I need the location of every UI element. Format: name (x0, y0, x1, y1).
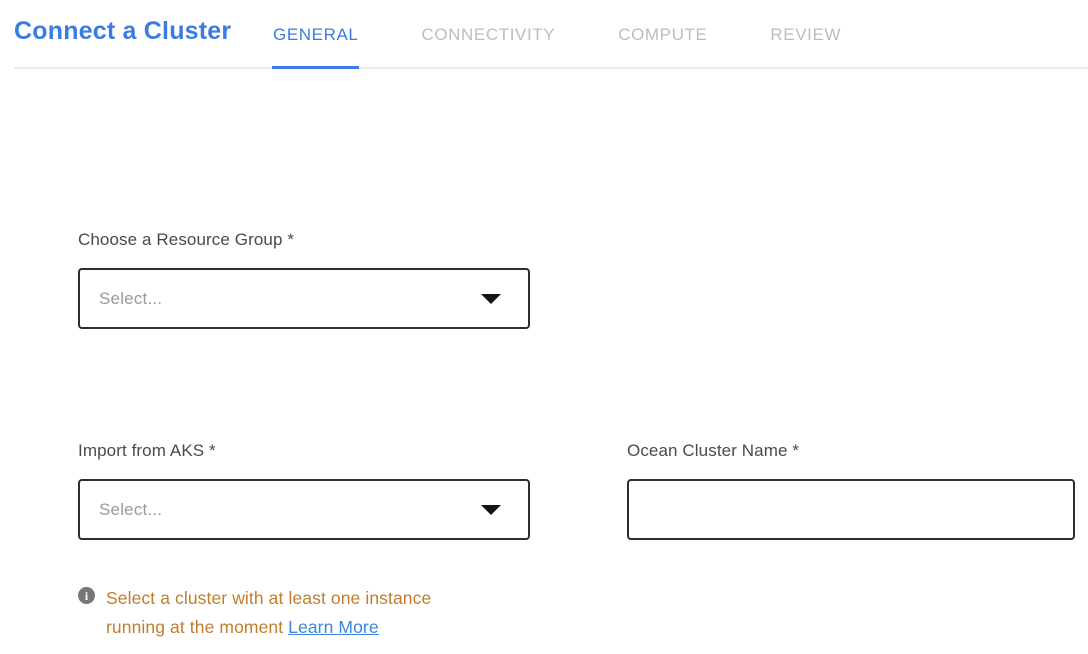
header-divider (14, 67, 1088, 69)
caret-down-icon (481, 294, 501, 304)
caret-down-icon (481, 505, 501, 515)
wizard-tabs: GENERAL CONNECTIVITY COMPUTE REVIEW (272, 0, 842, 69)
field-import-aks: Import from AKS * Select... (78, 440, 530, 540)
tab-general[interactable]: GENERAL (272, 0, 359, 69)
tab-connectivity[interactable]: CONNECTIVITY (420, 0, 556, 69)
import-aks-label: Import from AKS * (78, 440, 530, 462)
import-aks-placeholder: Select... (99, 500, 162, 520)
resource-group-placeholder: Select... (99, 289, 162, 309)
ocean-cluster-name-input[interactable] (627, 479, 1075, 540)
field-resource-group: Choose a Resource Group * Select... (78, 229, 530, 329)
tab-review[interactable]: REVIEW (769, 0, 842, 69)
cluster-note-message: Select a cluster with at least one insta… (106, 588, 431, 637)
page-title: Connect a Cluster (14, 17, 231, 46)
resource-group-select[interactable]: Select... (78, 268, 530, 329)
learn-more-link[interactable]: Learn More (288, 617, 379, 637)
resource-group-label: Choose a Resource Group * (78, 229, 530, 251)
cluster-note: i Select a cluster with at least one ins… (78, 584, 478, 642)
connect-cluster-wizard: Connect a Cluster GENERAL CONNECTIVITY C… (0, 0, 1088, 654)
import-aks-select[interactable]: Select... (78, 479, 530, 540)
wizard-header: Connect a Cluster GENERAL CONNECTIVITY C… (0, 0, 1088, 69)
cluster-note-text: Select a cluster with at least one insta… (106, 584, 474, 642)
field-ocean-cluster-name: Ocean Cluster Name * (627, 440, 1075, 540)
info-icon: i (78, 587, 95, 604)
ocean-cluster-name-label: Ocean Cluster Name * (627, 440, 1075, 462)
tab-compute[interactable]: COMPUTE (617, 0, 708, 69)
